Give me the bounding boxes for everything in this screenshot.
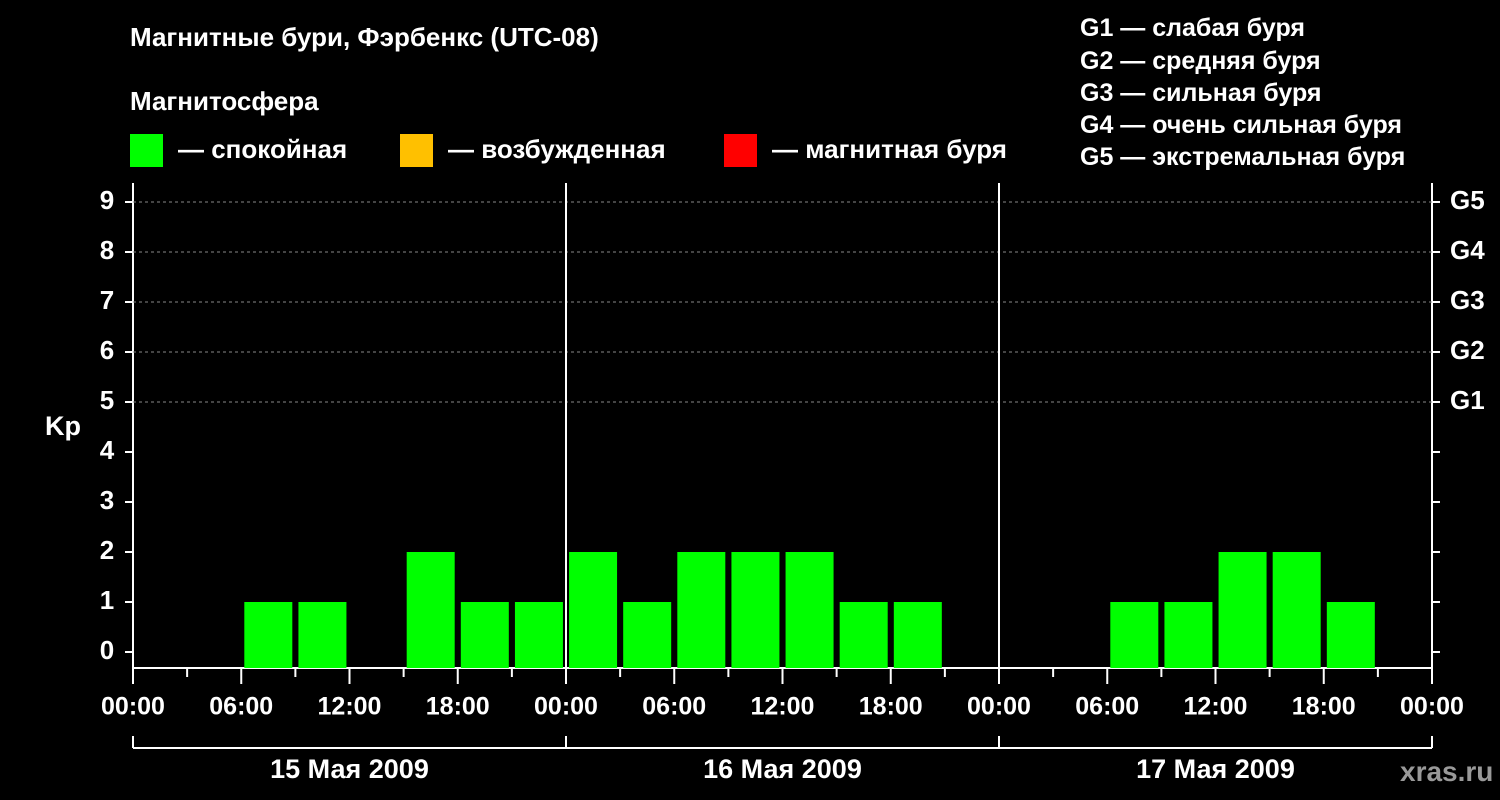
kp-bar [1218, 552, 1267, 668]
day-label: 17 Мая 2009 [1136, 754, 1295, 784]
x-tick-label: 00:00 [967, 693, 1031, 721]
g-axis-label: G2 [1450, 335, 1485, 365]
kp-bar [893, 602, 942, 668]
g-axis-label: G1 [1450, 385, 1485, 415]
kp-bar [406, 552, 455, 668]
day-label: 15 Мая 2009 [270, 754, 429, 784]
kp-bar [1326, 602, 1375, 668]
y-tick-label: 2 [100, 535, 114, 565]
y-tick-label: 4 [100, 435, 115, 465]
g-axis-label: G5 [1450, 185, 1485, 215]
watermark: xras.ru [1400, 756, 1494, 787]
y-tick-label: 9 [100, 185, 114, 215]
kp-bar [677, 552, 726, 668]
kp-bar [1272, 552, 1321, 668]
x-tick-label: 18:00 [1292, 693, 1356, 721]
y-tick-label: 5 [100, 385, 114, 415]
x-tick-label: 12:00 [751, 693, 815, 721]
g-axis-label: G4 [1450, 235, 1485, 265]
y-axis-title: Kp [45, 411, 81, 441]
x-tick-label: 06:00 [1075, 693, 1139, 721]
g-axis-label: G3 [1450, 285, 1485, 315]
kp-bar [1164, 602, 1213, 668]
kp-bar [569, 552, 618, 668]
y-tick-label: 8 [100, 235, 114, 265]
kp-bar [731, 552, 780, 668]
kp-bar [460, 602, 509, 668]
kp-chart: 0 1 2 3 4 5 6 7 8 9 G1 G2 G3 G4 G5 Kp 00:00 06:00 12:00 18:… [45, 183, 1485, 784]
y-tick-label: 7 [100, 285, 114, 315]
x-tick-label: 18:00 [426, 693, 490, 721]
day-label: 16 Мая 2009 [703, 754, 862, 784]
kp-bar [785, 552, 834, 668]
y-tick-label: 0 [100, 635, 114, 665]
y-tick-label: 1 [100, 585, 114, 615]
kp-bar [839, 602, 888, 668]
kp-bar [623, 602, 672, 668]
x-tick-label: 12:00 [1184, 693, 1248, 721]
x-tick-label: 12:00 [318, 693, 382, 721]
kp-bar [514, 602, 563, 668]
x-tick-label: 00:00 [101, 693, 165, 721]
y-tick-label: 3 [100, 485, 114, 515]
x-tick-label: 06:00 [642, 693, 706, 721]
kp-bar [244, 602, 293, 668]
kp-bar [1110, 602, 1159, 668]
x-tick-label: 00:00 [534, 693, 598, 721]
y-tick-label: 6 [100, 335, 114, 365]
x-tick-label: 06:00 [209, 693, 273, 721]
kp-bar [298, 602, 347, 668]
x-tick-label: 00:00 [1400, 693, 1464, 721]
x-tick-label: 18:00 [859, 693, 923, 721]
